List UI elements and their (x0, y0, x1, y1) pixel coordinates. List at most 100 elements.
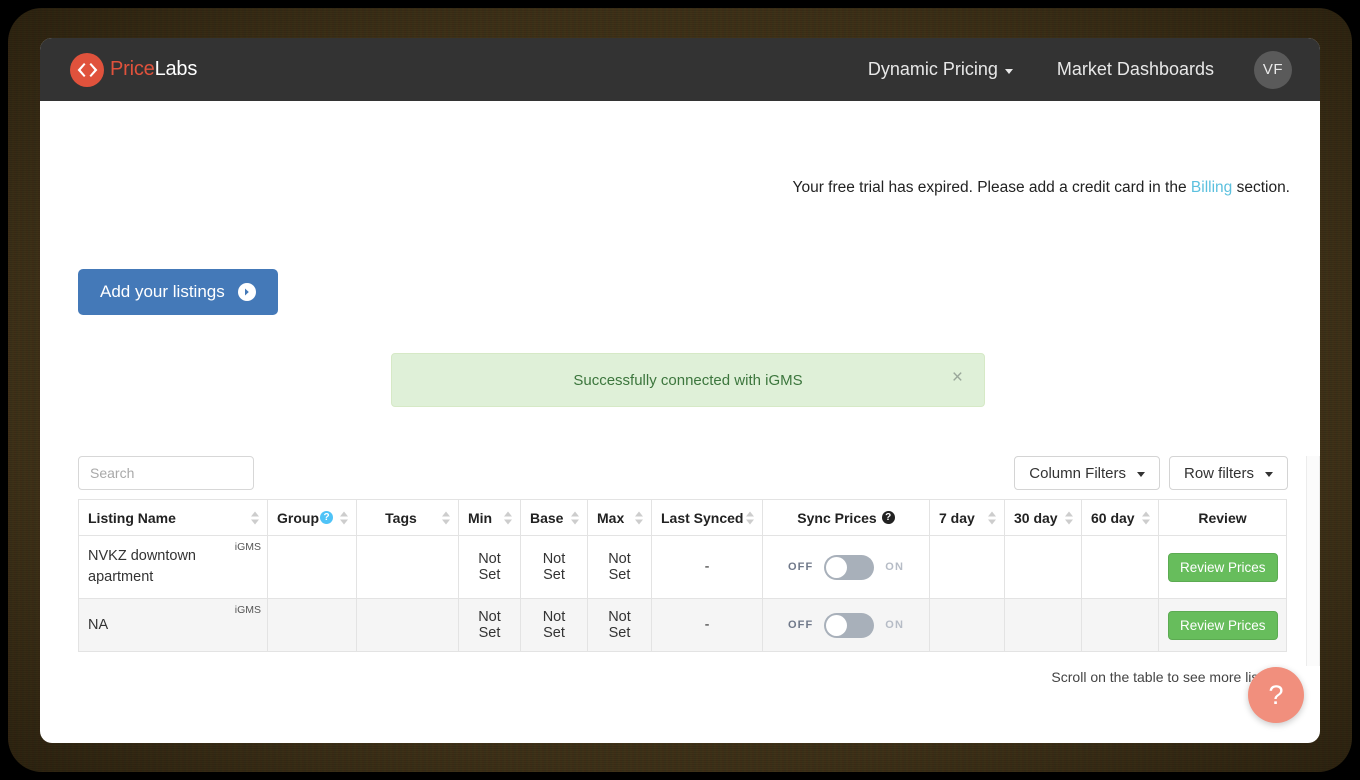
toggle-on-label: ON (885, 619, 904, 632)
brand-name-labs: Labs (154, 58, 198, 80)
listings-table: Listing Name Group? Tags Min Base Max La… (78, 499, 1287, 653)
sort-arrows-icon[interactable] (571, 510, 580, 525)
sort-arrows-icon[interactable] (251, 510, 260, 525)
column-header-base-label: Base (530, 509, 564, 526)
listings-table-container: Listing Name Group? Tags Min Base Max La… (78, 499, 1288, 653)
column-header-max[interactable]: Max (587, 499, 652, 536)
review-prices-button[interactable]: Review Prices (1168, 610, 1278, 640)
toggle-on-label: ON (885, 561, 904, 574)
toggle-knob (826, 614, 848, 636)
sort-arrows-icon[interactable] (635, 510, 644, 525)
cell-listing-name[interactable]: iGMS NA (78, 598, 268, 653)
column-header-30-day[interactable]: 30 day (1004, 499, 1082, 536)
cell-min[interactable]: Not Set (458, 598, 521, 653)
cell-min[interactable]: Not Set (458, 534, 521, 600)
column-header-last-synced-label: Last Synced (661, 509, 744, 526)
column-header-sync-prices-label: Sync Prices (797, 509, 877, 526)
toggle-knob (826, 556, 848, 578)
add-listings-button[interactable]: Add your listings (78, 269, 278, 315)
cell-30-day (1004, 598, 1082, 653)
column-filters-button[interactable]: Column Filters (1014, 456, 1160, 490)
column-header-60-day[interactable]: 60 day (1081, 499, 1159, 536)
toggle-off-label: OFF (788, 561, 814, 574)
success-alert: Successfully connected with iGMS × (391, 353, 985, 407)
column-header-min[interactable]: Min (458, 499, 521, 536)
help-icon[interactable]: ? (881, 511, 895, 525)
nav-item-market-dashboards-label: Market Dashboards (1056, 59, 1214, 79)
help-icon[interactable]: ? (320, 511, 333, 525)
sort-arrows-icon[interactable] (504, 510, 513, 525)
source-badge: iGMS (234, 541, 261, 553)
cell-last-synced: - (651, 534, 763, 600)
table-header-row: Listing Name Group? Tags Min Base Max La… (78, 499, 1287, 536)
cell-review: Review Prices (1158, 534, 1287, 600)
review-prices-button[interactable]: Review Prices (1168, 552, 1278, 582)
column-header-group-label: Group (277, 509, 319, 526)
cell-base[interactable]: Not Set (520, 598, 588, 653)
cell-tags[interactable] (356, 598, 459, 653)
sort-arrows-icon[interactable] (340, 510, 349, 525)
table-controls: Column Filters Row filters (78, 456, 1288, 490)
cell-7-day (929, 534, 1005, 600)
nav-item-dynamic-pricing-label: Dynamic Pricing (867, 59, 998, 79)
pricelabs-logo[interactable]: PriceLabs (70, 52, 198, 87)
column-header-tags-label: Tags (385, 509, 417, 526)
billing-link[interactable]: Billing (1191, 179, 1232, 196)
cell-last-synced: - (651, 598, 763, 653)
column-header-group[interactable]: Group? (267, 499, 357, 536)
table-row[interactable]: iGMS NA Not Set Not Set Not Set - OFF ON… (78, 598, 1287, 653)
column-header-base[interactable]: Base (520, 499, 588, 536)
scroll-hint: Scroll on the table to see more listings (1051, 669, 1288, 685)
table-scrollbar[interactable] (1306, 456, 1320, 666)
help-button[interactable]: ? (1248, 667, 1304, 723)
column-header-max-label: Max (597, 509, 625, 526)
cell-sync-prices: OFF ON (762, 598, 930, 653)
cell-max[interactable]: Not Set (587, 598, 652, 653)
cell-60-day (1081, 598, 1159, 653)
chevron-down-icon (1004, 68, 1013, 74)
table-head: Listing Name Group? Tags Min Base Max La… (78, 499, 1287, 536)
trial-notice-text-before: Your free trial has expired. Please add … (792, 179, 1191, 196)
column-header-last-synced[interactable]: Last Synced (651, 499, 763, 536)
cell-max[interactable]: Not Set (587, 534, 652, 600)
column-header-min-label: Min (468, 509, 493, 526)
table-body: iGMS NVKZ downtown apartment Not Set Not… (78, 534, 1287, 653)
column-header-tags[interactable]: Tags (356, 499, 459, 536)
cell-tags[interactable] (356, 534, 459, 600)
sort-arrows-icon[interactable] (442, 510, 451, 525)
sync-prices-toggle[interactable] (824, 554, 875, 580)
page-body: Your free trial has expired. Please add … (40, 101, 1320, 743)
sync-prices-toggle[interactable] (824, 612, 875, 638)
code-brackets-icon (70, 52, 104, 87)
toggle-off-label: OFF (788, 619, 814, 632)
column-header-review-label: Review (1198, 509, 1247, 526)
trial-notice-text-after: section. (1232, 179, 1290, 196)
listing-name-text: NVKZ downtown apartment (88, 548, 196, 586)
cell-60-day (1081, 534, 1159, 600)
search-input[interactable] (78, 456, 254, 490)
sort-arrows-icon[interactable] (1065, 510, 1074, 525)
navbar-links: Dynamic Pricing Market Dashboards VF (846, 38, 1292, 101)
nav-item-market-dashboards[interactable]: Market Dashboards (1035, 38, 1236, 101)
nav-item-dynamic-pricing[interactable]: Dynamic Pricing (846, 38, 1035, 101)
column-header-listing-name-label: Listing Name (88, 509, 176, 526)
column-header-7-day[interactable]: 7 day (929, 499, 1005, 536)
trial-expired-notice: Your free trial has expired. Please add … (793, 179, 1290, 197)
cell-review: Review Prices (1158, 598, 1287, 653)
cell-group[interactable] (267, 534, 357, 600)
close-icon[interactable]: × (946, 367, 969, 388)
sort-arrows-icon[interactable] (988, 510, 997, 525)
cell-listing-name[interactable]: iGMS NVKZ downtown apartment (78, 534, 268, 600)
sort-arrows-icon[interactable] (1142, 510, 1151, 525)
table-row[interactable]: iGMS NVKZ downtown apartment Not Set Not… (78, 534, 1287, 600)
device-bezel: PriceLabs Dynamic Pricing Market Dashboa… (8, 8, 1352, 772)
cell-base[interactable]: Not Set (520, 534, 588, 600)
cell-sync-prices: OFF ON (762, 534, 930, 600)
column-header-listing-name[interactable]: Listing Name (78, 499, 268, 536)
app-screen: PriceLabs Dynamic Pricing Market Dashboa… (40, 38, 1320, 743)
row-filters-button[interactable]: Row filters (1168, 456, 1288, 490)
sort-arrows-icon[interactable] (746, 510, 755, 525)
avatar[interactable]: VF (1254, 50, 1292, 89)
cell-group[interactable] (267, 598, 357, 653)
row-filters-label: Row filters (1183, 464, 1254, 482)
